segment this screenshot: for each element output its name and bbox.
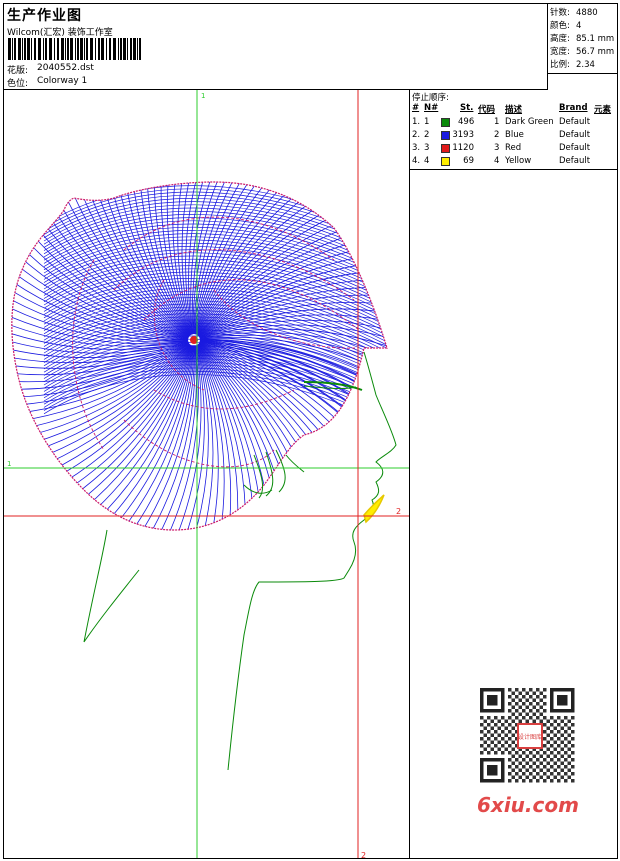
axis-label-v1: 1 (201, 92, 205, 100)
embroidery-design-canvas: 1 1 2 2 (4, 90, 409, 859)
stat-height: 高度: 85.1 mm (550, 34, 615, 44)
design-stats: 针数: 4880 颜色: 4 高度: 85.1 mm 宽度: 56.7 mm 比例: 2.… (548, 4, 617, 74)
design-preview: 1 1 2 2 (4, 90, 410, 859)
thread-color-table: 停止顺序: # N# St. 代码 描述 Brand 元素 1. 1 496 1… (410, 90, 617, 170)
seal-text: 设计图库 (518, 733, 542, 741)
col-header-stitches: St. (460, 103, 474, 113)
col-header-element: 元素 (594, 105, 612, 115)
design-file-label: 花版: (7, 66, 29, 76)
design-file-value: 2040552.dst (37, 63, 94, 73)
colorway-label: 色位: (7, 79, 29, 89)
production-sheet: 生产作业图 Wilcom(汇宏) 装饰工作室 花版: 2040552.dst 色… (3, 3, 618, 859)
col-header-number: N# (424, 103, 439, 113)
qr-code-watermark: 设计图库 (480, 688, 578, 786)
axis-label-h1: 1 (7, 460, 11, 468)
sheet-title: 生产作业图 (7, 8, 82, 24)
col-header-code: 代码 (478, 105, 496, 115)
stat-width: 宽度: 56.7 mm (550, 47, 615, 57)
color-swatch (441, 144, 450, 153)
table-row: 2. 2 3193 2 Blue Default (412, 130, 591, 140)
color-swatch (441, 157, 450, 166)
watermark-text: 6xiu.com (477, 793, 579, 817)
company-name: Wilcom(汇宏) 装饰工作室 (7, 28, 113, 38)
barcode-graphic (8, 38, 141, 60)
color-swatch (441, 118, 450, 127)
stat-colors: 颜色: 4 (550, 21, 582, 31)
color-swatch (441, 131, 450, 140)
col-header-brand: Brand (559, 103, 588, 113)
axis-label-v2: 2 (361, 851, 366, 859)
table-row: 4. 4 69 4 Yellow Default (412, 156, 591, 166)
stop-sequence-title: 停止顺序: (412, 93, 449, 103)
col-header-description: 描述 (505, 105, 523, 115)
col-header-index: # (412, 103, 420, 113)
stat-stitches: 针数: 4880 (550, 8, 598, 18)
table-row: 1. 1 496 1 Dark Green Default (412, 117, 591, 127)
colorway-value: Colorway 1 (37, 76, 88, 86)
stat-scale: 比例: 2.34 (550, 60, 595, 70)
table-row: 3. 3 1120 3 Red Default (412, 143, 591, 153)
axis-label-h2: 2 (396, 507, 401, 516)
header-info: 生产作业图 Wilcom(汇宏) 装饰工作室 花版: 2040552.dst 色… (4, 4, 548, 90)
